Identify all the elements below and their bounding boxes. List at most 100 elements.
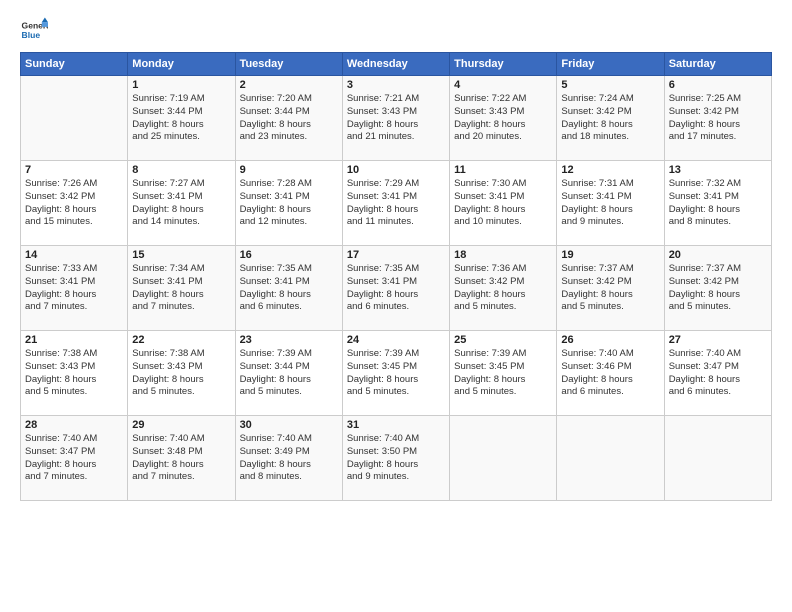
day-number: 10 <box>347 164 445 176</box>
logo-icon: General Blue <box>20 16 48 44</box>
day-info: Sunrise: 7:40 AMSunset: 3:47 PMDaylight:… <box>25 433 123 484</box>
day-number: 14 <box>25 249 123 261</box>
day-number: 30 <box>240 419 338 431</box>
calendar-body: 1 Sunrise: 7:19 AMSunset: 3:44 PMDaylight… <box>21 76 772 501</box>
calendar-cell: 20 Sunrise: 7:37 AMSunset: 3:42 PMDayligh… <box>664 246 771 331</box>
day-info: Sunrise: 7:26 AMSunset: 3:42 PMDaylight:… <box>25 178 123 229</box>
calendar-cell: 23 Sunrise: 7:39 AMSunset: 3:44 PMDayligh… <box>235 331 342 416</box>
page: General Blue SundayMondayTuesdayWednesda… <box>0 0 792 612</box>
day-info: Sunrise: 7:38 AMSunset: 3:43 PMDaylight:… <box>25 348 123 399</box>
calendar-cell: 4Sunrise: 7:22 AMSunset: 3:43 PMDaylight… <box>450 76 557 161</box>
header-day-sunday: Sunday <box>21 53 128 76</box>
day-number: 12 <box>561 164 659 176</box>
day-info: Sunrise: 7:27 AMSunset: 3:41 PMDaylight:… <box>132 178 230 229</box>
day-info: Sunrise: 7:33 AMSunset: 3:41 PMDaylight:… <box>25 263 123 314</box>
calendar-cell: 18 Sunrise: 7:36 AMSunset: 3:42 PMDayligh… <box>450 246 557 331</box>
calendar-cell: 9Sunrise: 7:28 AMSunset: 3:41 PMDaylight… <box>235 161 342 246</box>
header-day-monday: Monday <box>128 53 235 76</box>
day-info: Sunrise: 7:40 AMSunset: 3:50 PMDaylight:… <box>347 433 445 484</box>
calendar-cell: 2 Sunrise: 7:20 AMSunset: 3:44 PMDaylight… <box>235 76 342 161</box>
calendar-table: SundayMondayTuesdayWednesdayThursdayFrid… <box>20 52 772 501</box>
day-info: Sunrise: 7:20 AMSunset: 3:44 PMDaylight:… <box>240 93 338 144</box>
day-info: Sunrise: 7:40 AMSunset: 3:49 PMDaylight:… <box>240 433 338 484</box>
day-number: 31 <box>347 419 445 431</box>
calendar-cell: 29 Sunrise: 7:40 AMSunset: 3:48 PMDayligh… <box>128 416 235 501</box>
day-info: Sunrise: 7:19 AMSunset: 3:44 PMDaylight:… <box>132 93 230 144</box>
day-number: 19 <box>561 249 659 261</box>
calendar-cell: 30 Sunrise: 7:40 AMSunset: 3:49 PMDayligh… <box>235 416 342 501</box>
calendar-cell: 19Sunrise: 7:37 AMSunset: 3:42 PMDayligh… <box>557 246 664 331</box>
day-number: 8 <box>132 164 230 176</box>
week-row-1: 1 Sunrise: 7:19 AMSunset: 3:44 PMDaylight… <box>21 76 772 161</box>
day-number: 11 <box>454 164 552 176</box>
day-info: Sunrise: 7:40 AMSunset: 3:48 PMDaylight:… <box>132 433 230 484</box>
day-info: Sunrise: 7:35 AMSunset: 3:41 PMDaylight:… <box>347 263 445 314</box>
calendar-cell: 6 Sunrise: 7:25 AMSunset: 3:42 PMDaylight… <box>664 76 771 161</box>
header-day-wednesday: Wednesday <box>342 53 449 76</box>
calendar-header: SundayMondayTuesdayWednesdayThursdayFrid… <box>21 53 772 76</box>
day-number: 6 <box>669 79 767 91</box>
day-number: 2 <box>240 79 338 91</box>
week-row-3: 14 Sunrise: 7:33 AMSunset: 3:41 PMDayligh… <box>21 246 772 331</box>
calendar-cell: 26Sunrise: 7:40 AMSunset: 3:46 PMDayligh… <box>557 331 664 416</box>
day-info: Sunrise: 7:40 AMSunset: 3:47 PMDaylight:… <box>669 348 767 399</box>
calendar-cell <box>664 416 771 501</box>
day-info: Sunrise: 7:36 AMSunset: 3:42 PMDaylight:… <box>454 263 552 314</box>
calendar-cell: 1 Sunrise: 7:19 AMSunset: 3:44 PMDaylight… <box>128 76 235 161</box>
day-info: Sunrise: 7:21 AMSunset: 3:43 PMDaylight:… <box>347 93 445 144</box>
day-number: 23 <box>240 334 338 346</box>
logo: General Blue <box>20 16 48 44</box>
day-number: 28 <box>25 419 123 431</box>
day-info: Sunrise: 7:29 AMSunset: 3:41 PMDaylight:… <box>347 178 445 229</box>
header-row: SundayMondayTuesdayWednesdayThursdayFrid… <box>21 53 772 76</box>
calendar-cell: 24Sunrise: 7:39 AMSunset: 3:45 PMDayligh… <box>342 331 449 416</box>
header-day-thursday: Thursday <box>450 53 557 76</box>
week-row-4: 21 Sunrise: 7:38 AMSunset: 3:43 PMDayligh… <box>21 331 772 416</box>
svg-text:Blue: Blue <box>22 30 41 40</box>
day-info: Sunrise: 7:30 AMSunset: 3:41 PMDaylight:… <box>454 178 552 229</box>
day-number: 24 <box>347 334 445 346</box>
day-info: Sunrise: 7:31 AMSunset: 3:41 PMDaylight:… <box>561 178 659 229</box>
day-number: 18 <box>454 249 552 261</box>
day-info: Sunrise: 7:22 AMSunset: 3:43 PMDaylight:… <box>454 93 552 144</box>
calendar-cell: 31 Sunrise: 7:40 AMSunset: 3:50 PMDayligh… <box>342 416 449 501</box>
calendar-cell: 28 Sunrise: 7:40 AMSunset: 3:47 PMDayligh… <box>21 416 128 501</box>
day-info: Sunrise: 7:38 AMSunset: 3:43 PMDaylight:… <box>132 348 230 399</box>
day-number: 3 <box>347 79 445 91</box>
calendar-cell: 16 Sunrise: 7:35 AMSunset: 3:41 PMDayligh… <box>235 246 342 331</box>
day-info: Sunrise: 7:37 AMSunset: 3:42 PMDaylight:… <box>669 263 767 314</box>
calendar-cell: 21 Sunrise: 7:38 AMSunset: 3:43 PMDayligh… <box>21 331 128 416</box>
day-info: Sunrise: 7:25 AMSunset: 3:42 PMDaylight:… <box>669 93 767 144</box>
week-row-2: 7 Sunrise: 7:26 AMSunset: 3:42 PMDaylight… <box>21 161 772 246</box>
day-number: 21 <box>25 334 123 346</box>
day-number: 20 <box>669 249 767 261</box>
calendar-cell <box>557 416 664 501</box>
day-number: 25 <box>454 334 552 346</box>
day-number: 1 <box>132 79 230 91</box>
day-info: Sunrise: 7:39 AMSunset: 3:45 PMDaylight:… <box>454 348 552 399</box>
calendar-cell: 13Sunrise: 7:32 AMSunset: 3:41 PMDayligh… <box>664 161 771 246</box>
day-info: Sunrise: 7:24 AMSunset: 3:42 PMDaylight:… <box>561 93 659 144</box>
calendar-cell: 7 Sunrise: 7:26 AMSunset: 3:42 PMDaylight… <box>21 161 128 246</box>
day-info: Sunrise: 7:34 AMSunset: 3:41 PMDaylight:… <box>132 263 230 314</box>
day-number: 13 <box>669 164 767 176</box>
day-number: 7 <box>25 164 123 176</box>
calendar-cell <box>450 416 557 501</box>
calendar-cell: 12 Sunrise: 7:31 AMSunset: 3:41 PMDayligh… <box>557 161 664 246</box>
day-info: Sunrise: 7:39 AMSunset: 3:44 PMDaylight:… <box>240 348 338 399</box>
header-day-saturday: Saturday <box>664 53 771 76</box>
calendar-cell: 8 Sunrise: 7:27 AMSunset: 3:41 PMDaylight… <box>128 161 235 246</box>
calendar-cell: 5 Sunrise: 7:24 AMSunset: 3:42 PMDaylight… <box>557 76 664 161</box>
calendar-cell: 22Sunrise: 7:38 AMSunset: 3:43 PMDayligh… <box>128 331 235 416</box>
day-number: 16 <box>240 249 338 261</box>
day-number: 29 <box>132 419 230 431</box>
day-info: Sunrise: 7:40 AMSunset: 3:46 PMDaylight:… <box>561 348 659 399</box>
header-day-tuesday: Tuesday <box>235 53 342 76</box>
day-number: 5 <box>561 79 659 91</box>
calendar-cell: 3 Sunrise: 7:21 AMSunset: 3:43 PMDaylight… <box>342 76 449 161</box>
day-info: Sunrise: 7:35 AMSunset: 3:41 PMDaylight:… <box>240 263 338 314</box>
week-row-5: 28 Sunrise: 7:40 AMSunset: 3:47 PMDayligh… <box>21 416 772 501</box>
day-number: 15 <box>132 249 230 261</box>
day-number: 27 <box>669 334 767 346</box>
calendar-cell: 15 Sunrise: 7:34 AMSunset: 3:41 PMDayligh… <box>128 246 235 331</box>
